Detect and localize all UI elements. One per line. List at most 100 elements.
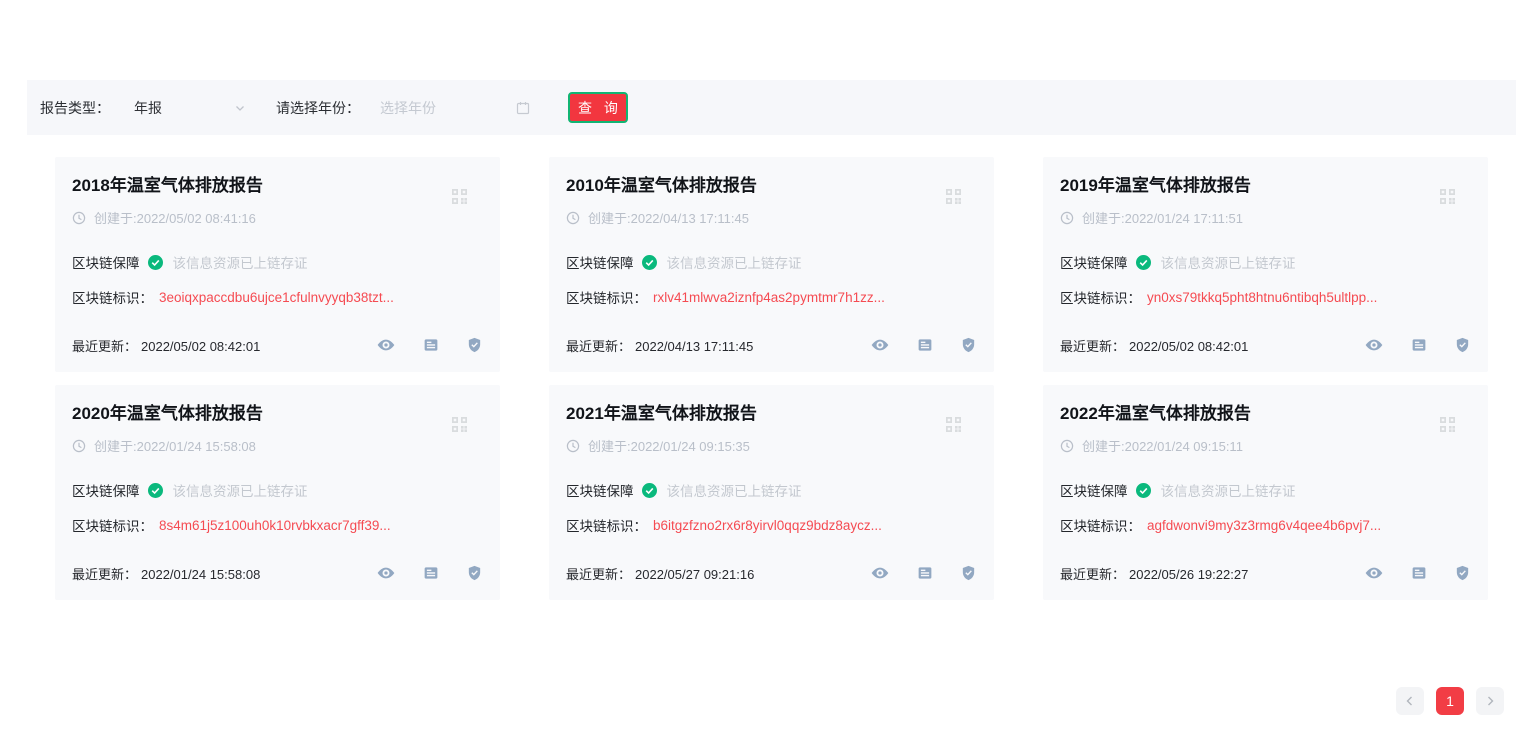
report-card[interactable]: 2018年温室气体排放报告 创建于:2022/05/02 08:41:16 区块… xyxy=(55,157,500,372)
card-footer: 最近更新：2022/05/02 08:42:01 xyxy=(1060,335,1471,355)
query-button[interactable]: 查 询 xyxy=(568,92,628,123)
detail-card-icon[interactable] xyxy=(422,336,440,354)
blockchain-row: 区块链保障 该信息资源已上链存证 xyxy=(1060,252,1471,272)
year-label: 请选择年份： xyxy=(276,98,360,118)
chain-id-value[interactable]: agfdwonvi9my3z3rmg6v4qee4b6pvj7... xyxy=(1147,518,1381,533)
shield-check-icon[interactable] xyxy=(1454,564,1471,582)
blockchain-status: 该信息资源已上链存证 xyxy=(173,252,308,272)
card-footer: 最近更新： 2022/01/24 15:58:08 xyxy=(72,563,483,583)
page-button-1[interactable]: 1 xyxy=(1436,687,1464,715)
clock-icon xyxy=(1060,211,1074,225)
chevron-left-icon xyxy=(1404,695,1416,707)
chain-id-value[interactable]: b6itgzfzno2rx6r8yirvl0qqz9bdz8aycz... xyxy=(653,518,882,533)
check-circle-icon xyxy=(642,483,657,498)
card-footer: 最近更新：2022/04/13 17:11:45 xyxy=(566,335,977,355)
blockchain-status: 该信息资源已上链存证 xyxy=(667,480,802,500)
created-row: 创建于:2022/01/24 17:11:51 xyxy=(1060,208,1471,227)
created-row: 创建于:2022/01/24 15:58:08 xyxy=(72,436,483,455)
report-card[interactable]: 2020年温室气体排放报告 创建于:2022/01/24 15:58:08 区块… xyxy=(55,385,500,600)
updated-time: 2022/05/27 09:21:16 xyxy=(635,567,754,582)
blockchain-row: 区块链保障 该信息资源已上链存证 xyxy=(566,480,977,500)
created-row: 创建于:2022/01/24 09:15:11 xyxy=(1060,436,1471,455)
card-actions xyxy=(1364,563,1471,583)
card-actions xyxy=(1364,335,1471,355)
eye-icon[interactable] xyxy=(376,563,396,583)
blockchain-label: 区块链保障 xyxy=(566,480,634,500)
created-time: 创建于:2022/01/24 17:11:51 xyxy=(1082,208,1243,227)
created-row: 创建于:2022/01/24 09:15:35 xyxy=(566,436,977,455)
chain-id-label: 区块链标识： xyxy=(72,515,153,535)
created-time: 创建于:2022/05/02 08:41:16 xyxy=(94,208,256,227)
chain-id-value[interactable]: yn0xs79tkkq5pht8htnu6ntibqh5ultlpp... xyxy=(1147,290,1377,305)
clock-icon xyxy=(566,439,580,453)
blockchain-row: 区块链保障 该信息资源已上链存证 xyxy=(566,252,977,272)
updated-row: 最近更新：2022/04/13 17:11:45 xyxy=(566,336,753,355)
blockchain-status: 该信息资源已上链存证 xyxy=(173,480,308,500)
report-title: 2021年温室气体排放报告 xyxy=(566,403,977,425)
blockchain-row: 区块链保障 该信息资源已上链存证 xyxy=(1060,480,1471,500)
chain-id-label: 区块链标识： xyxy=(566,287,647,307)
report-title: 2010年温室气体排放报告 xyxy=(566,175,977,197)
qr-code-icon xyxy=(451,416,468,433)
shield-check-icon[interactable] xyxy=(960,564,977,582)
clock-icon xyxy=(72,211,86,225)
blockchain-label: 区块链保障 xyxy=(566,252,634,272)
updated-label: 最近更新： xyxy=(566,567,631,582)
updated-time: 2022/05/26 19:22:27 xyxy=(1129,567,1248,582)
blockchain-row: 区块链保障 该信息资源已上链存证 xyxy=(72,252,483,272)
prev-page-button[interactable] xyxy=(1396,687,1424,715)
shield-check-icon[interactable] xyxy=(466,336,483,354)
updated-time: 2022/05/02 08:42:01 xyxy=(1129,339,1248,354)
chain-id-row: 区块链标识： 3eoiqxpaccdbu6ujce1cfulnvyyqb38tz… xyxy=(72,287,483,307)
card-footer: 最近更新：2022/05/02 08:42:01 xyxy=(72,335,483,355)
report-card[interactable]: 2022年温室气体排放报告 创建于:2022/01/24 09:15:11 区块… xyxy=(1043,385,1488,600)
next-page-button[interactable] xyxy=(1476,687,1504,715)
detail-card-icon[interactable] xyxy=(422,564,440,582)
year-placeholder: 选择年份 xyxy=(380,98,436,118)
updated-label: 最近更新： xyxy=(72,567,137,582)
detail-card-icon[interactable] xyxy=(1410,336,1428,354)
blockchain-status: 该信息资源已上链存证 xyxy=(1161,480,1296,500)
detail-card-icon[interactable] xyxy=(916,564,934,582)
chain-id-value[interactable]: rxlv41mlwva2iznfp4as2pymtmr7h1zz... xyxy=(653,290,885,305)
check-circle-icon xyxy=(642,255,657,270)
chain-id-label: 区块链标识： xyxy=(1060,287,1141,307)
chain-id-row: 区块链标识： agfdwonvi9my3z3rmg6v4qee4b6pvj7..… xyxy=(1060,515,1471,535)
updated-row: 最近更新：2022/05/02 08:42:01 xyxy=(72,336,260,355)
detail-card-icon[interactable] xyxy=(1410,564,1428,582)
calendar-icon xyxy=(516,101,530,115)
detail-card-icon[interactable] xyxy=(916,336,934,354)
blockchain-status: 该信息资源已上链存证 xyxy=(1161,252,1296,272)
eye-icon[interactable] xyxy=(870,563,890,583)
blockchain-row: 区块链保障 该信息资源已上链存证 xyxy=(72,480,483,500)
shield-check-icon[interactable] xyxy=(466,564,483,582)
eye-icon[interactable] xyxy=(1364,563,1384,583)
updated-row: 最近更新：2022/05/02 08:42:01 xyxy=(1060,336,1248,355)
created-time: 创建于:2022/01/24 09:15:11 xyxy=(1082,436,1243,455)
report-card[interactable]: 2019年温室气体排放报告 创建于:2022/01/24 17:11:51 区块… xyxy=(1043,157,1488,372)
updated-time: 2022/01/24 15:58:08 xyxy=(141,567,260,582)
eye-icon[interactable] xyxy=(1364,335,1384,355)
shield-check-icon[interactable] xyxy=(1454,336,1471,354)
card-actions xyxy=(870,563,977,583)
pagination: 1 xyxy=(1396,687,1504,715)
shield-check-icon[interactable] xyxy=(960,336,977,354)
chain-id-value[interactable]: 8s4m61j5z100uh0k10rvbkxacr7gff39... xyxy=(159,518,391,533)
report-card[interactable]: 2021年温室气体排放报告 创建于:2022/01/24 09:15:35 区块… xyxy=(549,385,994,600)
year-picker-input[interactable]: 选择年份 xyxy=(370,92,540,124)
created-row: 创建于:2022/05/02 08:41:16 xyxy=(72,208,483,227)
chain-id-row: 区块链标识： yn0xs79tkkq5pht8htnu6ntibqh5ultlp… xyxy=(1060,287,1471,307)
report-type-select[interactable]: 年报 xyxy=(122,92,254,124)
updated-label: 最近更新： xyxy=(566,339,631,354)
report-card[interactable]: 2010年温室气体排放报告 创建于:2022/04/13 17:11:45 区块… xyxy=(549,157,994,372)
check-circle-icon xyxy=(148,483,163,498)
blockchain-label: 区块链保障 xyxy=(1060,480,1128,500)
qr-code-icon xyxy=(945,416,962,433)
chain-id-row: 区块链标识： b6itgzfzno2rx6r8yirvl0qqz9bdz8ayc… xyxy=(566,515,977,535)
blockchain-label: 区块链保障 xyxy=(1060,252,1128,272)
card-actions xyxy=(376,335,483,355)
report-title: 2019年温室气体排放报告 xyxy=(1060,175,1471,197)
eye-icon[interactable] xyxy=(376,335,396,355)
chain-id-value[interactable]: 3eoiqxpaccdbu6ujce1cfulnvyyqb38tzt... xyxy=(159,290,394,305)
eye-icon[interactable] xyxy=(870,335,890,355)
